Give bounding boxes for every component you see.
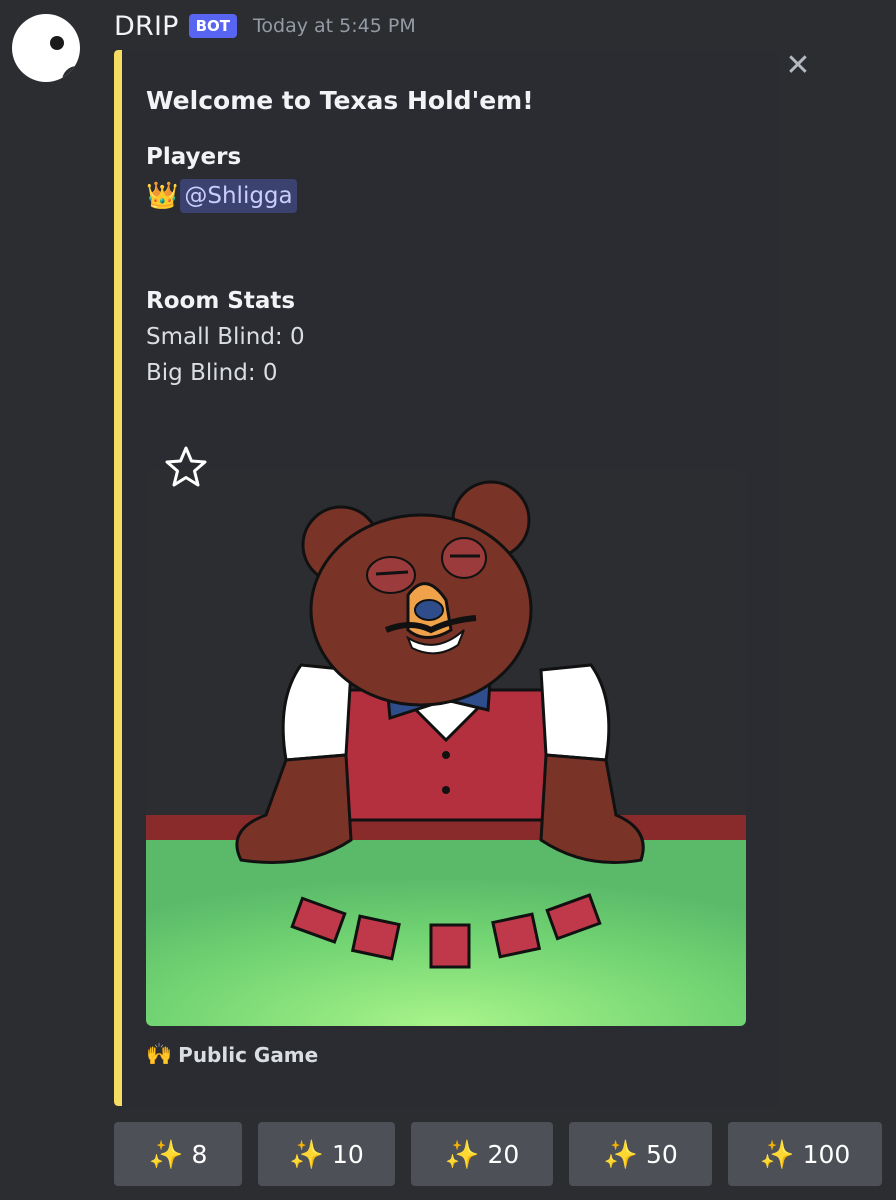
bet-button-10[interactable]: ✨ 10: [258, 1122, 395, 1186]
big-blind-value: Big Blind: 0: [146, 360, 278, 386]
bet-button-20[interactable]: ✨ 20: [411, 1122, 553, 1186]
sparkles-icon: ✨: [603, 1137, 639, 1171]
sparkles-icon: ✨: [148, 1137, 184, 1171]
players-label: Players: [146, 144, 242, 170]
small-blind-value: Small Blind: 0: [146, 324, 305, 350]
dealer-bear-illustration: [146, 470, 746, 1026]
player-entry: 👑 @Shligga: [146, 178, 297, 214]
avatar-cutout: [62, 66, 80, 82]
embed-footer: 🙌 Public Game: [146, 1042, 318, 1067]
message-timestamp[interactable]: Today at 5:45 PM: [253, 15, 416, 37]
bot-badge: BOT: [188, 14, 238, 38]
button-label: 20: [487, 1139, 520, 1169]
sparkles-icon: ✨: [289, 1137, 325, 1171]
button-label: 50: [646, 1139, 678, 1169]
sparkles-icon: ✨: [759, 1137, 795, 1171]
button-label: 10: [332, 1139, 364, 1169]
embed-accent-bar: [114, 50, 122, 1106]
room-stats-label: Room Stats: [146, 288, 296, 314]
close-icon[interactable]: ✕: [782, 50, 814, 82]
message-header: DRIP BOT Today at 5:45 PM: [114, 8, 416, 44]
avatar-eye: [50, 36, 64, 50]
star-icon[interactable]: [163, 444, 209, 490]
embed-title: Welcome to Texas Hold'em!: [146, 86, 534, 115]
dealer-bear-image[interactable]: [146, 470, 746, 1026]
footer-text: Public Game: [178, 1042, 319, 1067]
bet-button-100[interactable]: ✨ 100: [728, 1122, 882, 1186]
player-mention[interactable]: @Shligga: [180, 179, 297, 213]
button-row: ✨ 8 ✨ 10 ✨ 20 ✨ 50 ✨ 100: [114, 1122, 882, 1186]
author-name[interactable]: DRIP: [114, 11, 179, 42]
crown-icon: 👑: [146, 181, 179, 211]
button-label: 100: [802, 1139, 851, 1169]
bet-button-50[interactable]: ✨ 50: [569, 1122, 712, 1186]
button-label: 8: [191, 1139, 208, 1169]
bot-avatar[interactable]: [12, 14, 80, 82]
raised-hands-icon: 🙌: [146, 1042, 173, 1066]
bet-button-8[interactable]: ✨ 8: [114, 1122, 242, 1186]
sparkles-icon: ✨: [444, 1137, 480, 1171]
